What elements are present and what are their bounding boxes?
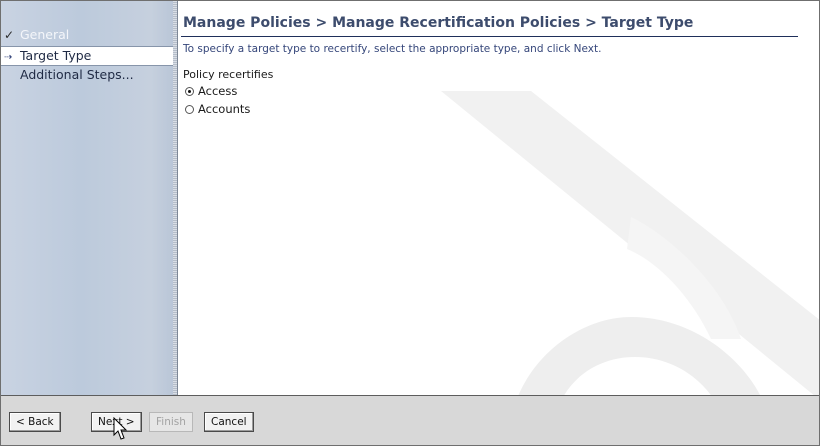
accounts-radio-option[interactable]: Accounts bbox=[185, 102, 250, 116]
cancel-button[interactable]: Cancel bbox=[204, 412, 254, 432]
finish-button: Finish bbox=[149, 412, 193, 432]
mouse-pointer-icon bbox=[113, 417, 127, 440]
wizard-step-navigation: ✓ General ⇢ Target Type Additional Steps… bbox=[1, 1, 178, 395]
policy-recertifies-label: Policy recertifies bbox=[183, 68, 274, 81]
access-radio-label: Access bbox=[198, 84, 238, 98]
check-icon: ✓ bbox=[4, 28, 15, 42]
wizard-step-label: Additional Steps... bbox=[19, 67, 134, 82]
accounts-radio-label: Accounts bbox=[198, 102, 251, 116]
wizard-window: ✓ General ⇢ Target Type Additional Steps… bbox=[0, 0, 820, 446]
wizard-step-target-type[interactable]: ⇢ Target Type bbox=[1, 46, 173, 66]
title-divider bbox=[181, 36, 798, 37]
accounts-radio-button[interactable] bbox=[185, 104, 194, 114]
wizard-step-label: Target Type bbox=[19, 48, 92, 63]
navigation-separator bbox=[173, 1, 177, 395]
instruction-text: To specify a target type to recertify, s… bbox=[183, 43, 602, 55]
access-radio-button[interactable] bbox=[185, 86, 194, 96]
access-radio-option[interactable]: Access bbox=[185, 84, 237, 98]
arrow-icon: ⇢ bbox=[4, 52, 13, 63]
wizard-step-label: General bbox=[19, 27, 70, 42]
page-title: Manage Policies > Manage Recertification… bbox=[183, 15, 694, 31]
back-button[interactable]: < Back bbox=[9, 412, 61, 432]
wizard-step-general[interactable]: ✓ General bbox=[1, 26, 173, 44]
watermark-graphic bbox=[441, 91, 819, 401]
wizard-step-additional-steps[interactable]: Additional Steps... bbox=[1, 66, 173, 84]
